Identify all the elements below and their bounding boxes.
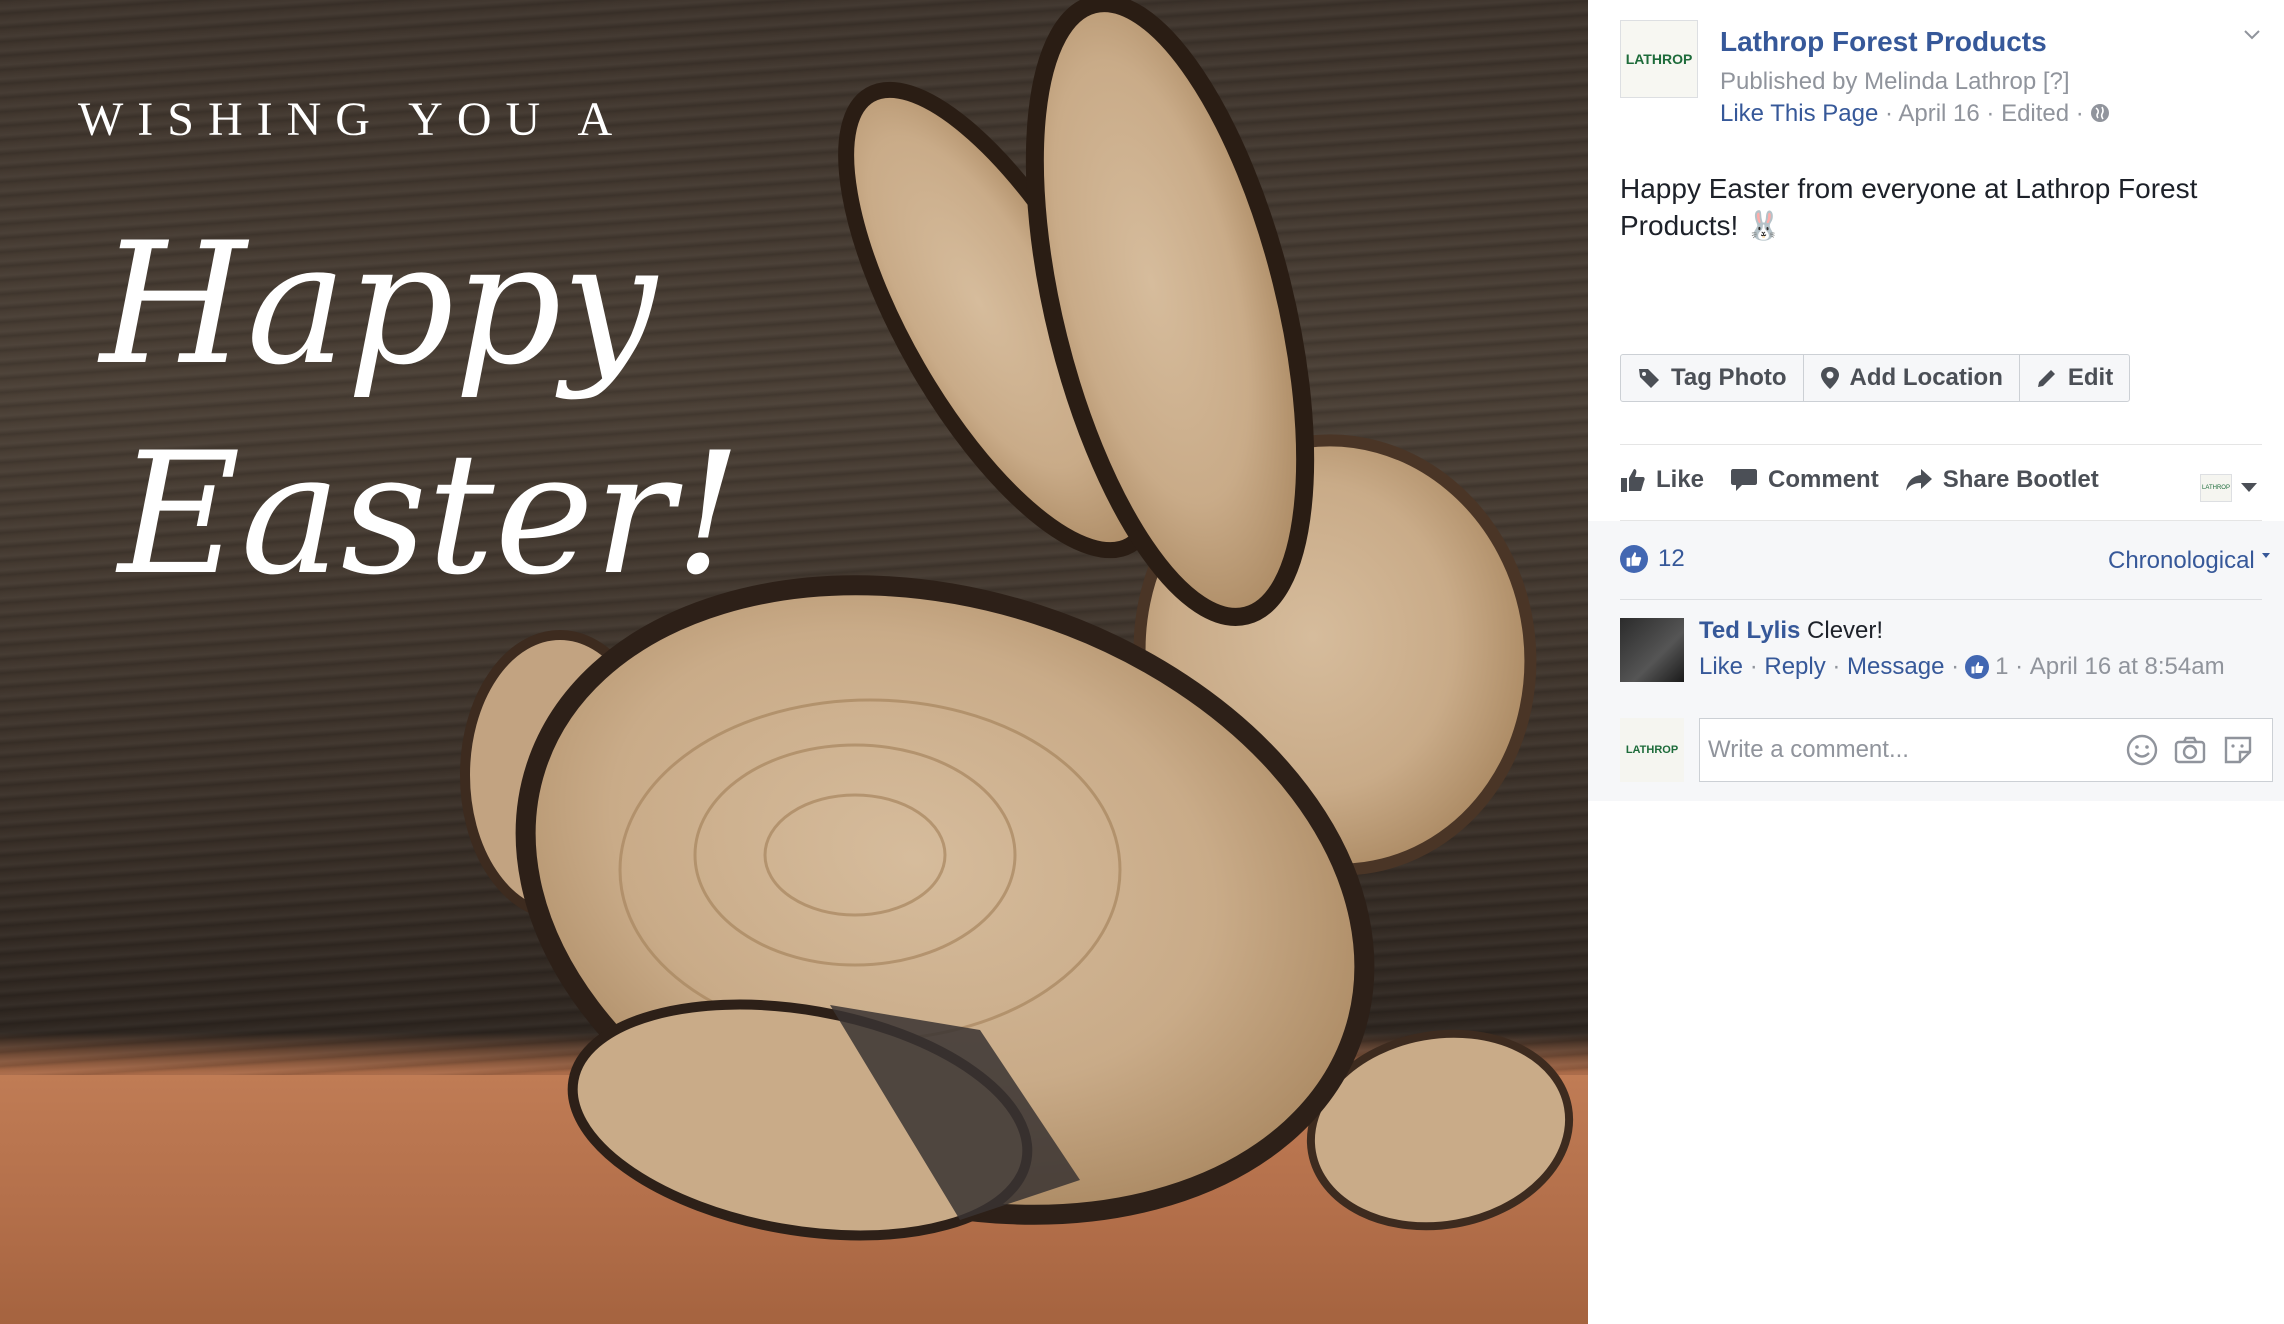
- photo-caption-happy: Happy: [100, 206, 657, 402]
- comment-text: Clever!: [1807, 617, 1884, 644]
- post-meta: Like This Page · April 16 · Edited ·: [1720, 100, 2110, 128]
- published-by-text: Published by Melinda Lathrop: [1720, 68, 2037, 95]
- wood-bunny-image: [460, 0, 1574, 1241]
- like-label: Like: [1656, 466, 1705, 493]
- thumbs-up-icon: [1621, 469, 1645, 492]
- divider: [1620, 444, 2262, 445]
- caret-down-icon[interactable]: [2240, 482, 2258, 494]
- post-message: Happy Easter from everyone at Lathrop Fo…: [1620, 170, 2260, 244]
- chevron-down-icon[interactable]: [2242, 24, 2262, 44]
- page-name-link[interactable]: Lathrop Forest Products: [1720, 26, 2047, 58]
- like-reaction-icon: [1620, 545, 1648, 573]
- comment-like-count[interactable]: 1: [1995, 653, 2008, 681]
- comment-reply-link[interactable]: Reply: [1764, 653, 1825, 681]
- commenter-name[interactable]: Ted Lylis: [1699, 617, 1800, 644]
- comment-bubble-icon: [1731, 469, 1758, 491]
- meta-separator: ·: [2008, 653, 2030, 680]
- reaction-summary[interactable]: 12: [1620, 545, 1685, 573]
- share-arrow-icon: [1905, 469, 1932, 491]
- commenter-avatar[interactable]: [1620, 618, 1684, 682]
- photo-toolbar: Tag Photo Add Location Edit: [1620, 354, 2131, 402]
- meta-separator: ·: [1885, 100, 1899, 127]
- page-logo: LATHROP: [1625, 51, 1693, 67]
- composer-avatar-logo: LATHROP: [1625, 744, 1679, 756]
- comment-body: Ted Lylis Clever!: [1699, 617, 1883, 645]
- composer-icons: [2124, 732, 2256, 768]
- comment-timestamp[interactable]: April 16 at 8:54am: [2030, 653, 2225, 681]
- comment-order-label: Chronological: [2108, 547, 2255, 574]
- comment-order-dropdown[interactable]: Chronological: [2108, 547, 2271, 575]
- reaction-count: 12: [1658, 545, 1685, 572]
- photo-caption-easter: Easter!: [118, 416, 742, 612]
- emoji-icon[interactable]: [2124, 732, 2160, 768]
- like-button[interactable]: Like: [1620, 466, 1704, 494]
- tag-photo-button[interactable]: Tag Photo: [1621, 355, 1804, 401]
- meta-separator: ·: [1825, 653, 1848, 680]
- divider: [1620, 599, 2262, 600]
- share-button[interactable]: Share Bootlet: [1905, 466, 2099, 494]
- add-location-label: Add Location: [1849, 364, 2003, 391]
- post-actions: Like Comment Share Bootlet: [1620, 466, 2125, 494]
- meta-separator: ·: [2075, 100, 2091, 127]
- comment-like-link[interactable]: Like: [1699, 653, 1743, 681]
- caret-down-icon: [2262, 553, 2271, 558]
- comment-message-link[interactable]: Message: [1847, 653, 1944, 681]
- share-label: Share Bootlet: [1942, 466, 2099, 493]
- page-avatar[interactable]: LATHROP: [1620, 20, 1698, 98]
- comment-button[interactable]: Comment: [1730, 466, 1879, 494]
- post-message-line1: Happy Easter from everyone at Lathrop Fo…: [1620, 173, 2198, 204]
- pencil-icon: [2037, 370, 2055, 387]
- tag-icon: [1639, 369, 1659, 388]
- composer-avatar: LATHROP: [1620, 718, 1684, 782]
- post-edited[interactable]: Edited: [2001, 100, 2069, 127]
- camera-icon[interactable]: [2172, 732, 2208, 768]
- comments-section: 12 Chronological Ted Lylis Clever! Like …: [1588, 521, 2284, 801]
- edit-button[interactable]: Edit: [2020, 355, 2129, 401]
- photo-caption-wishing: WISHING YOU A: [78, 93, 627, 146]
- location-pin-icon: [1820, 367, 1839, 389]
- published-help-link[interactable]: [?]: [2043, 68, 2070, 95]
- add-location-button[interactable]: Add Location: [1804, 355, 2020, 401]
- sticker-icon[interactable]: [2220, 732, 2256, 768]
- post-side-panel: LATHROP Lathrop Forest Products Publishe…: [1588, 0, 2284, 1324]
- post-as-avatar[interactable]: LATHROP: [2200, 474, 2232, 502]
- edit-label: Edit: [2067, 364, 2114, 391]
- post-photo[interactable]: WISHING YOU A Happy Easter!: [0, 0, 1588, 1324]
- like-page-link[interactable]: Like This Page: [1720, 100, 1878, 127]
- comment-label: Comment: [1768, 466, 1879, 493]
- comment-like-icon: [1965, 655, 1990, 679]
- comment-actions: Like · Reply · Message · 1 · April 16 at…: [1699, 653, 2225, 681]
- meta-separator: ·: [1944, 653, 1960, 680]
- tag-photo-label: Tag Photo: [1671, 364, 1787, 391]
- meta-separator: ·: [1743, 653, 1765, 680]
- meta-separator: ·: [1986, 100, 2002, 127]
- bunny-emoji: 🐰: [1746, 210, 1781, 241]
- published-by: Published by Melinda Lathrop [?]: [1720, 68, 2070, 96]
- post-message-line2: Products!: [1620, 210, 1739, 241]
- post-date[interactable]: April 16: [1898, 100, 1979, 127]
- globe-icon[interactable]: [2090, 103, 2110, 123]
